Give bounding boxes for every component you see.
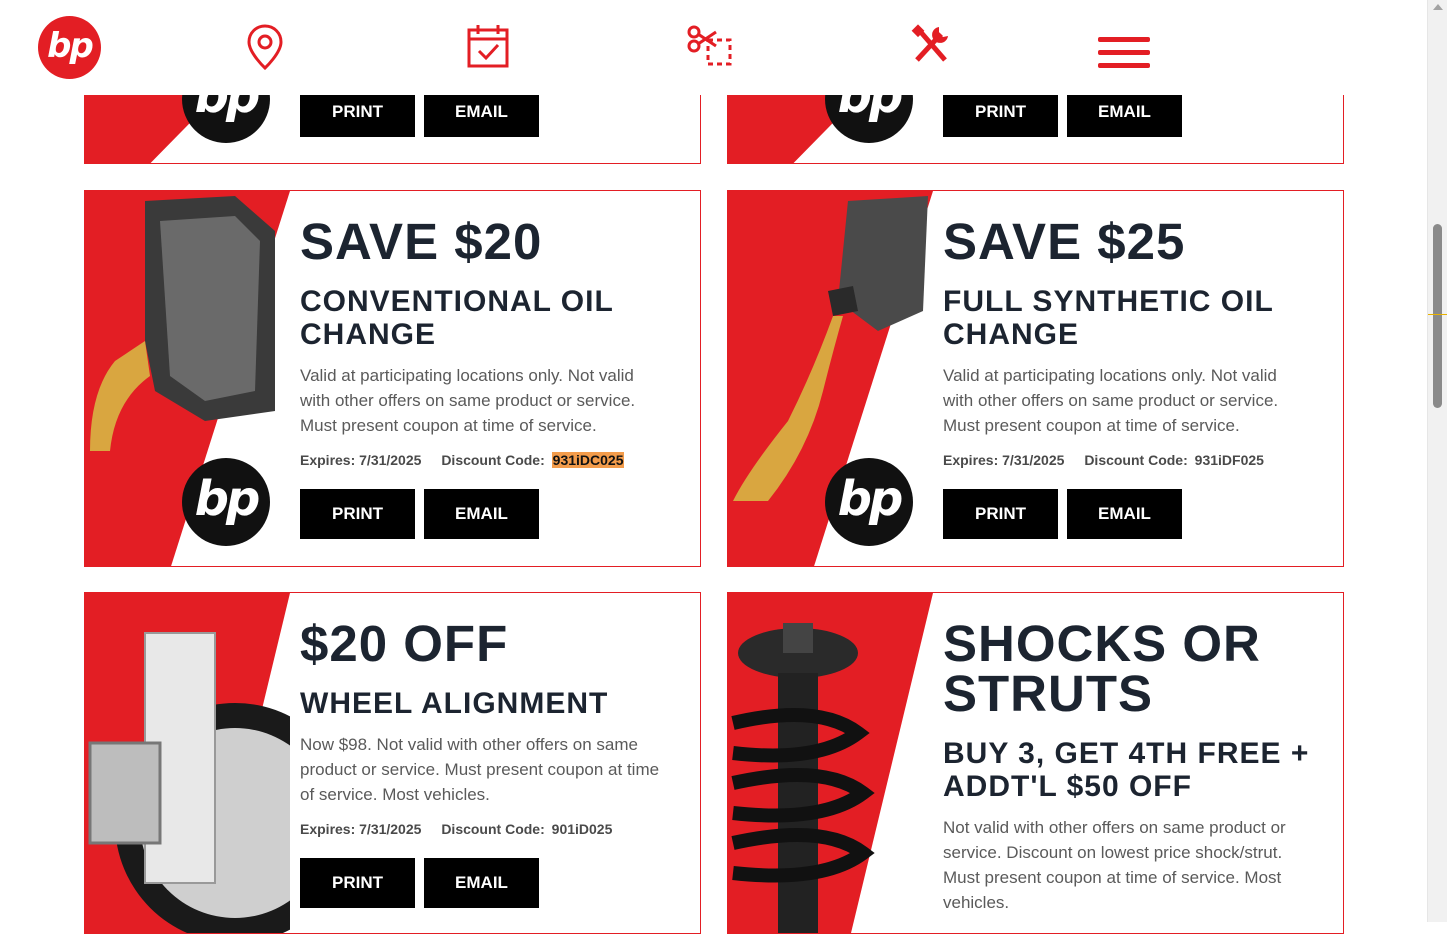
expires-text: Expires: 7/31/2025	[943, 452, 1065, 468]
coupon-description: Not valid with other offers on same prod…	[943, 818, 1286, 912]
bp-badge-logo: bp	[182, 458, 270, 546]
coupon-subhead: WHEEL ALIGNMENT	[300, 687, 609, 720]
location-pin-icon[interactable]	[246, 24, 284, 70]
print-button[interactable]: PRINT	[943, 489, 1058, 539]
coupon-card-conventional-oil: bp SAVE $20 CONVENTIONAL OIL CHANGE Vali…	[84, 190, 701, 567]
coupon-card-shocks-struts: SHOCKS OR STRUTS BUY 3, GET 4TH FREE + A…	[727, 592, 1344, 934]
vertical-scrollbar[interactable]	[1427, 0, 1447, 922]
coupon-meta: Expires: 7/31/2025 Discount Code: 931iDC…	[300, 452, 680, 468]
coupon-scissors-icon[interactable]	[686, 24, 732, 68]
discount-code-label: Discount Code:	[441, 821, 545, 837]
site-header: bp	[0, 0, 1427, 95]
coupon-headline: SHOCKS OR STRUTS	[943, 615, 1261, 722]
coupon-headline: $20 OFF	[300, 615, 509, 672]
coupon-subhead: FULL SYNTHETIC OIL CHANGE	[943, 285, 1274, 351]
coupon-headline: SAVE $25	[943, 213, 1186, 270]
email-button[interactable]: EMAIL	[1067, 489, 1182, 539]
scrollbar-thumb[interactable]	[1433, 224, 1442, 408]
discount-code: 901iD025	[551, 821, 613, 837]
scrollbar-marker	[1428, 314, 1447, 315]
coupon-meta: Expires: 7/31/2025 Discount Code: 901iD0…	[300, 821, 680, 837]
tools-icon[interactable]	[911, 24, 951, 66]
email-button[interactable]: EMAIL	[424, 489, 539, 539]
coupon-card-wheel-alignment: $20 OFF WHEEL ALIGNMENT Now $98. Not val…	[84, 592, 701, 934]
alignment-illustration	[88, 632, 290, 933]
discount-code: 931iDF025	[1194, 452, 1264, 468]
discount-code: 931iDC025	[551, 452, 625, 468]
print-button[interactable]: PRINT	[300, 858, 415, 908]
coupon-meta: Expires: 7/31/2025 Discount Code: 931iDF…	[943, 452, 1323, 468]
print-button[interactable]: PRINT	[300, 489, 415, 539]
coupon-subhead: BUY 3, GET 4TH FREE + ADDT'L $50 OFF	[943, 737, 1310, 803]
expires-text: Expires: 7/31/2025	[300, 821, 422, 837]
calendar-check-icon[interactable]	[467, 24, 509, 68]
coupon-card-full-synthetic: bp SAVE $25 FULL SYNTHETIC OIL CHANGE Va…	[727, 190, 1344, 567]
coupon-description: Valid at participating locations only. N…	[300, 366, 636, 435]
coupon-subhead: CONVENTIONAL OIL CHANGE	[300, 285, 614, 351]
scroll-up-arrow-icon[interactable]	[1433, 4, 1443, 10]
discount-code-label: Discount Code:	[1084, 452, 1188, 468]
strut-illustration	[731, 623, 875, 933]
expires-text: Expires: 7/31/2025	[300, 452, 422, 468]
email-button[interactable]: EMAIL	[424, 858, 539, 908]
hamburger-menu-icon[interactable]	[1098, 37, 1150, 69]
bp-badge-logo: bp	[825, 458, 913, 546]
coupon-description: Now $98. Not valid with other offers on …	[300, 735, 660, 804]
coupon-description: Valid at participating locations only. N…	[943, 366, 1279, 435]
discount-code-label: Discount Code:	[441, 452, 545, 468]
coupon-headline: SAVE $20	[300, 213, 543, 270]
bp-logo[interactable]: bp	[38, 16, 101, 79]
